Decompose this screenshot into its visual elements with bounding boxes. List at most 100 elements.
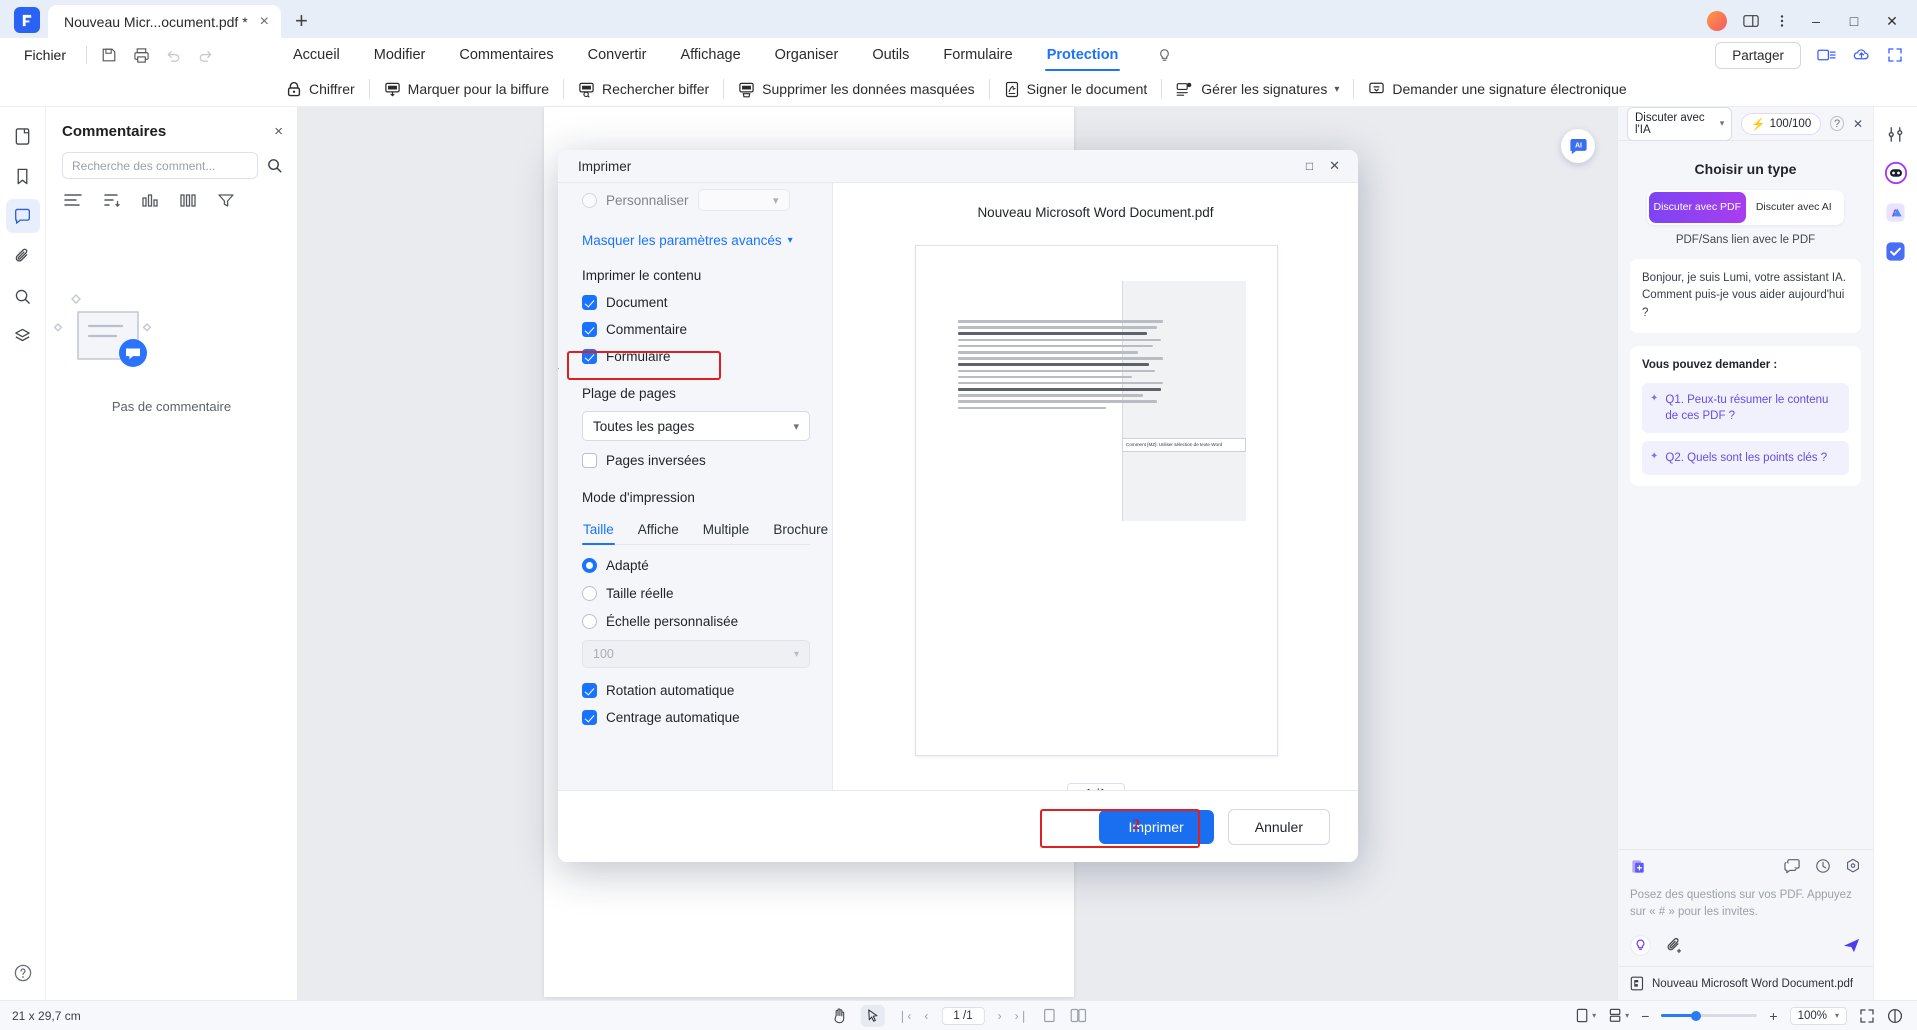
size-option-echelle-personnalisee-row[interactable]: Échelle personnalisée <box>582 614 832 629</box>
cloud-icon[interactable] <box>1852 47 1871 63</box>
print-content-formulaire-checkbox[interactable] <box>582 349 597 364</box>
new-tab-icon[interactable]: + <box>295 8 308 38</box>
comments-list-view-icon[interactable] <box>64 193 82 207</box>
menu-tab-organiser[interactable]: Organiser <box>773 42 841 68</box>
reverse-pages-checkbox[interactable] <box>582 453 597 468</box>
print-content-document-row[interactable]: Document <box>582 295 832 310</box>
auto-center-row[interactable]: Centrage automatique <box>582 710 832 725</box>
rail-pages-icon[interactable] <box>6 119 40 153</box>
more-options-icon[interactable] <box>1775 14 1789 28</box>
toggle-advanced-settings-link[interactable]: Masquer les paramètres avancés ▾ <box>582 233 832 248</box>
document-tab[interactable]: Nouveau Micr...ocument.pdf * × <box>48 5 281 38</box>
ai-new-chat-icon[interactable] <box>1784 858 1801 874</box>
rrail-checkbox-tool-icon[interactable] <box>1881 236 1911 266</box>
window-layout-icon[interactable] <box>1743 14 1759 28</box>
auto-center-checkbox[interactable] <box>582 710 597 725</box>
ai-mode-chat-with-pdf[interactable]: Discuter avec PDF <box>1649 192 1746 223</box>
first-page-icon[interactable]: ❘‹ <box>897 1009 911 1023</box>
print-dialog-maximize-icon[interactable]: □ <box>1306 159 1313 173</box>
menu-tab-convertir[interactable]: Convertir <box>586 42 649 68</box>
select-tool-icon[interactable] <box>860 1004 885 1027</box>
ribbon-gerer-signatures[interactable]: Gérer les signatures ▾ <box>1162 81 1353 97</box>
print-content-commentaire-row[interactable]: Commentaire <box>582 322 832 337</box>
print-cancel-button[interactable]: Annuler <box>1227 808 1330 845</box>
ai-attach-icon[interactable] <box>1665 937 1683 955</box>
menu-tab-outils[interactable]: Outils <box>870 42 911 68</box>
ai-input-placeholder[interactable]: Posez des questions sur vos PDF. Appuyez… <box>1618 883 1873 922</box>
zoom-in-button[interactable]: + <box>1769 1008 1777 1024</box>
rail-layers-icon[interactable] <box>6 319 40 353</box>
print-mode-tab-affiche[interactable]: Affiche <box>637 517 680 544</box>
rail-attachments-icon[interactable] <box>6 239 40 273</box>
ribbon-rechercher-biffer[interactable]: Rechercher biffer <box>564 81 723 98</box>
size-option-taille-reelle-row[interactable]: Taille réelle <box>582 586 832 601</box>
scroll-mode-icon[interactable]: ▾ <box>1608 1008 1629 1023</box>
print-content-document-checkbox[interactable] <box>582 295 597 310</box>
save-icon[interactable] <box>93 43 125 67</box>
size-option-adapte-row[interactable]: Adapté <box>582 558 832 573</box>
next-page-icon[interactable]: › <box>998 1009 1002 1023</box>
print-mode-tab-brochure[interactable]: Brochure <box>772 517 829 544</box>
last-page-icon[interactable]: ›❘ <box>1015 1009 1029 1023</box>
ai-add-document-icon[interactable] <box>1630 858 1647 875</box>
page-range-select[interactable]: Toutes les pages ▾ <box>582 411 810 441</box>
rail-help-icon[interactable] <box>6 956 40 990</box>
comments-sort-icon[interactable] <box>104 193 120 207</box>
zoom-slider[interactable] <box>1661 1010 1758 1021</box>
prev-page-icon[interactable]: ‹ <box>924 1009 928 1023</box>
search-icon[interactable] <box>266 157 283 174</box>
ai-help-icon[interactable]: ? <box>1830 116 1844 131</box>
ai-history-icon[interactable] <box>1815 858 1831 874</box>
close-comments-panel-icon[interactable]: × <box>274 123 283 140</box>
ai-chat-fab-icon[interactable]: AI <box>1561 129 1595 163</box>
comments-columns-icon[interactable] <box>180 193 196 207</box>
ai-suggestion-q1[interactable]: ✦ Q1. Peux-tu résumer le contenu de ces … <box>1642 383 1849 434</box>
rrail-lumi-ai-icon[interactable] <box>1881 158 1911 188</box>
ai-attached-file-row[interactable]: Nouveau Microsoft Word Document.pdf <box>1618 966 1873 1000</box>
custom-printer-option-cutoff[interactable]: Personnaliser ▾ <box>582 189 832 211</box>
menu-tab-modifier[interactable]: Modifier <box>372 42 428 68</box>
ai-credits-badge[interactable]: ⚡ 100/100 <box>1741 112 1822 135</box>
share-button[interactable]: Partager <box>1715 41 1801 69</box>
reading-mode-icon[interactable] <box>1887 1008 1903 1024</box>
two-page-view-icon[interactable] <box>1070 1008 1087 1023</box>
print-mode-tab-taille[interactable]: Taille <box>582 517 615 545</box>
zoom-level-select[interactable]: 100% ▾ <box>1789 1006 1847 1025</box>
page-number-input[interactable]: 1 /1 <box>941 1006 985 1025</box>
print-icon[interactable] <box>125 43 157 67</box>
redo-icon[interactable] <box>189 43 221 67</box>
menu-file[interactable]: Fichier <box>10 47 80 63</box>
custom-printer-radio[interactable] <box>582 192 597 208</box>
print-dialog[interactable]: Imprimer □ ✕ Personnaliser ▾ Masquer les… <box>558 150 1358 862</box>
size-option-taille-reelle-radio[interactable] <box>582 586 597 601</box>
print-confirm-button[interactable]: Imprimer <box>1098 809 1214 844</box>
ribbon-demander-signature-electronique[interactable]: Demander une signature électronique <box>1354 81 1640 97</box>
undo-icon[interactable] <box>157 43 189 67</box>
rail-bookmarks-icon[interactable] <box>6 159 40 193</box>
zoom-out-button[interactable]: − <box>1641 1008 1649 1024</box>
fullscreen-icon[interactable] <box>1887 47 1903 63</box>
page-layout-icon[interactable]: ▾ <box>1575 1008 1596 1023</box>
fit-screen-icon[interactable] <box>1859 1008 1875 1024</box>
print-mode-tab-multiple[interactable]: Multiple <box>702 517 751 544</box>
batch-icon[interactable] <box>1817 47 1836 63</box>
rrail-properties-icon[interactable] <box>1881 119 1911 149</box>
tips-bulb-icon[interactable] <box>1156 47 1173 64</box>
ribbon-signer-document[interactable]: Signer le document <box>990 81 1162 98</box>
print-content-commentaire-checkbox[interactable] <box>582 322 597 337</box>
hand-tool-icon[interactable] <box>830 1007 847 1024</box>
comments-filter-icon[interactable] <box>218 193 234 207</box>
custom-scale-input[interactable]: 100 ▾ <box>582 640 810 668</box>
comments-search-input[interactable] <box>62 152 258 179</box>
comments-group-icon[interactable] <box>142 193 158 207</box>
reverse-pages-row[interactable]: Pages inversées <box>582 453 832 468</box>
ai-send-icon[interactable] <box>1842 936 1861 955</box>
menu-tab-commentaires[interactable]: Commentaires <box>457 42 555 68</box>
ribbon-chiffrer[interactable]: Chiffrer <box>272 81 369 98</box>
auto-rotate-checkbox[interactable] <box>582 683 597 698</box>
auto-rotate-row[interactable]: Rotation automatique <box>582 683 832 698</box>
print-dialog-close-icon[interactable]: ✕ <box>1329 158 1340 174</box>
ai-mode-dropdown[interactable]: Discuter avec l'IA ▾ <box>1627 106 1733 141</box>
rail-search-icon[interactable] <box>6 279 40 313</box>
ai-settings-icon[interactable] <box>1845 858 1861 874</box>
